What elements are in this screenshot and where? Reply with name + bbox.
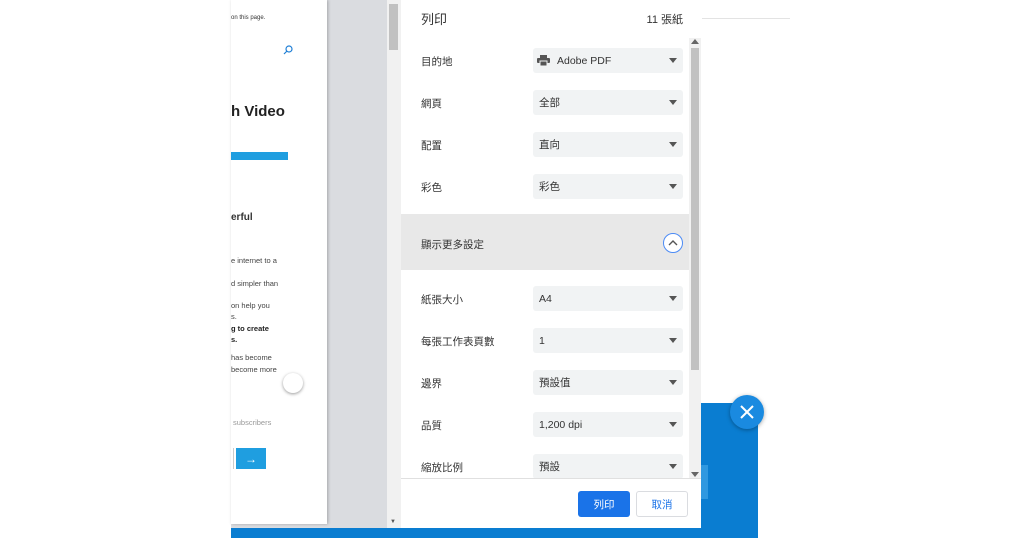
preview-text-line: e internet to a <box>231 256 277 265</box>
preview-text-line: s. <box>231 335 238 344</box>
chevron-down-icon <box>669 142 677 147</box>
margins-value: 預設值 <box>539 377 571 389</box>
print-settings-panel: 列印 11 張紙 目的地 Adobe PDF 網頁 全部 配置 直向 彩色 彩色… <box>401 0 701 528</box>
pages-per-sheet-label: 每張工作表頁數 <box>421 336 495 348</box>
pages-label: 網頁 <box>421 98 442 110</box>
preview-text-line: has become <box>231 353 272 362</box>
color-select[interactable]: 彩色 <box>533 174 683 199</box>
pages-per-sheet-select[interactable]: 1 <box>533 328 683 353</box>
layout-value: 直向 <box>539 139 560 151</box>
scale-select[interactable]: 預設 <box>533 454 683 479</box>
destination-value: Adobe PDF <box>557 54 612 67</box>
paper-size-select[interactable]: A4 <box>533 286 683 311</box>
more-settings-label: 顯示更多設定 <box>421 239 484 251</box>
layout-select[interactable]: 直向 <box>533 132 683 157</box>
close-overlay-button[interactable] <box>730 395 764 429</box>
layout-label: 配置 <box>421 140 442 152</box>
more-settings-toggle[interactable]: 顯示更多設定 <box>401 214 689 270</box>
chevron-down-icon <box>669 422 677 427</box>
preview-text-line: d simpler than <box>231 279 279 288</box>
panel-footer: 列印 取消 <box>401 478 701 528</box>
destination-select[interactable]: Adobe PDF <box>533 48 683 73</box>
preview-subscribers-text: subscribers <box>233 418 272 427</box>
preview-text-line: become more <box>231 365 277 374</box>
preview-subtitle: erful <box>231 212 253 223</box>
quality-label: 品質 <box>421 420 442 432</box>
preview-note-text: on this page. <box>231 15 266 21</box>
scale-value: 預設 <box>539 461 560 473</box>
preview-text-line: on help you <box>231 301 270 310</box>
destination-label: 目的地 <box>421 56 453 68</box>
settings-scrollbar-thumb[interactable] <box>691 48 699 370</box>
scale-label: 縮放比例 <box>421 462 463 474</box>
preview-toggle-knob <box>283 373 303 393</box>
search-icon <box>283 42 293 60</box>
color-label: 彩色 <box>421 182 442 194</box>
settings-scrollbar[interactable] <box>689 38 701 478</box>
preview-input-edge <box>233 448 234 469</box>
quality-value: 1,200 dpi <box>539 418 583 431</box>
paper-size-label: 紙張大小 <box>421 294 463 306</box>
cancel-button[interactable]: 取消 <box>636 491 688 517</box>
color-value: 彩色 <box>539 181 560 193</box>
chevron-down-icon <box>669 338 677 343</box>
chevron-down-icon <box>669 58 677 63</box>
scroll-down-icon[interactable]: ▼ <box>390 519 396 525</box>
chevron-down-icon <box>669 380 677 385</box>
paper-size-value: A4 <box>539 292 552 305</box>
preview-text-line: s. <box>231 312 237 321</box>
quality-select[interactable]: 1,200 dpi <box>533 412 683 437</box>
chevron-down-icon <box>669 100 677 105</box>
scroll-down-icon[interactable] <box>691 472 699 477</box>
preview-scrollbar-thumb[interactable] <box>389 4 398 50</box>
chevron-down-icon <box>669 464 677 469</box>
chevron-down-icon <box>669 184 677 189</box>
sheet-count: 11 張紙 <box>646 14 683 26</box>
pages-select[interactable]: 全部 <box>533 90 683 115</box>
panel-title: 列印 <box>421 12 448 27</box>
chevron-down-icon <box>669 296 677 301</box>
print-button[interactable]: 列印 <box>578 491 630 517</box>
margins-label: 邊界 <box>421 378 442 390</box>
margins-select[interactable]: 預設值 <box>533 370 683 395</box>
preview-text-line: g to create <box>231 324 269 333</box>
preview-title: h Video <box>231 103 285 120</box>
chevron-up-icon[interactable] <box>663 233 683 253</box>
preview-submit-arrow: → <box>236 448 266 469</box>
background-divider <box>702 18 790 19</box>
preview-accent-bar <box>231 152 288 160</box>
printer-icon <box>537 55 550 66</box>
print-preview-page: on this page. h Video erful e internet t… <box>231 0 327 524</box>
close-icon <box>740 405 754 419</box>
background-blue-strip <box>231 528 758 538</box>
pages-value: 全部 <box>539 97 560 109</box>
screen: on this page. h Video erful e internet t… <box>0 0 1024 538</box>
preview-scrollbar[interactable]: ▼ <box>387 0 401 528</box>
pages-per-sheet-value: 1 <box>539 334 545 347</box>
scroll-up-icon[interactable] <box>691 39 699 44</box>
